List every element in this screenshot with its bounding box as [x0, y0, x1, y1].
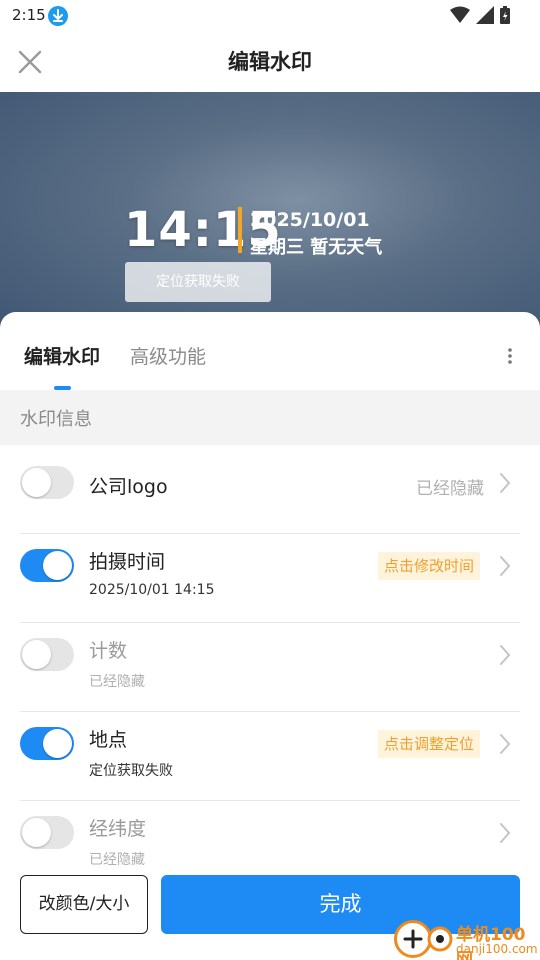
row-title: 经纬度 — [89, 818, 147, 840]
row-title: 拍摄时间 — [89, 551, 166, 573]
row-subtitle: 已经隐藏 — [89, 674, 145, 690]
watermark-weekday-weather: 星期三 暂无天气 — [250, 237, 383, 258]
status-bar: 2:15 — [0, 0, 540, 32]
section-title: 水印信息 — [20, 409, 92, 430]
chevron-right-icon[interactable] — [498, 822, 512, 844]
download-icon — [48, 6, 68, 26]
watermark-preview[interactable]: 14:15 2025/10/01 星期三 暂无天气 定位获取失败 — [0, 92, 540, 332]
header: 编辑水印 — [0, 32, 540, 92]
row-count[interactable]: 计数 已经隐藏 — [0, 623, 540, 712]
chevron-right-icon[interactable] — [498, 472, 512, 494]
row-location[interactable]: 地点 定位获取失败 点击调整定位 — [0, 712, 540, 801]
row-title: 计数 — [89, 640, 128, 662]
watermark-date: 2025/10/01 — [250, 209, 370, 231]
edit-sheet: 编辑水印 高级功能 水印信息 公司logo 已经隐藏 拍摄时间 2025/10/… — [0, 312, 540, 960]
tab-edit-watermark[interactable]: 编辑水印 — [24, 342, 100, 369]
site-watermark-logo: 单机100网 danji100.com — [392, 918, 540, 960]
chevron-right-icon[interactable] — [498, 555, 512, 577]
section-header: 水印信息 — [0, 390, 540, 445]
battery-icon — [500, 6, 510, 28]
chevron-right-icon[interactable] — [498, 733, 512, 755]
row-title: 地点 — [89, 729, 128, 751]
toggle-knob — [43, 729, 72, 758]
toggle-knob — [22, 818, 51, 847]
watermark-divider — [238, 207, 242, 253]
site-url: danji100.com — [456, 942, 538, 956]
tab-advanced[interactable]: 高级功能 — [130, 342, 206, 369]
company-logo-toggle[interactable] — [20, 466, 74, 499]
row-title: 公司logo — [89, 476, 168, 498]
edit-time-badge[interactable]: 点击修改时间 — [377, 552, 480, 580]
shooting-time-toggle[interactable] — [20, 549, 74, 582]
count-toggle[interactable] — [20, 638, 74, 671]
signal-icon — [476, 6, 494, 28]
toggle-knob — [22, 640, 51, 669]
row-status: 已经隐藏 — [416, 479, 484, 499]
row-subtitle: 2025/10/01 14:15 — [89, 582, 215, 598]
row-company-logo[interactable]: 公司logo 已经隐藏 — [0, 445, 540, 534]
location-toggle[interactable] — [20, 727, 74, 760]
status-time: 2:15 — [12, 6, 46, 24]
adjust-location-badge[interactable]: 点击调整定位 — [377, 730, 480, 758]
row-subtitle: 已经隐藏 — [89, 852, 145, 868]
change-color-size-button[interactable]: 改颜色/大小 — [20, 875, 148, 934]
coordinates-toggle[interactable] — [20, 816, 74, 849]
watermark-location: 定位获取失败 — [125, 262, 271, 302]
more-vertical-icon[interactable] — [500, 346, 520, 366]
row-subtitle: 定位获取失败 — [89, 763, 173, 779]
page-title: 编辑水印 — [228, 50, 312, 74]
wifi-icon — [450, 6, 470, 28]
chevron-right-icon[interactable] — [498, 644, 512, 666]
gamepad-icon — [426, 926, 454, 956]
toggle-knob — [43, 551, 72, 580]
row-shooting-time[interactable]: 拍摄时间 2025/10/01 14:15 点击修改时间 — [0, 534, 540, 623]
toggle-knob — [22, 468, 51, 497]
